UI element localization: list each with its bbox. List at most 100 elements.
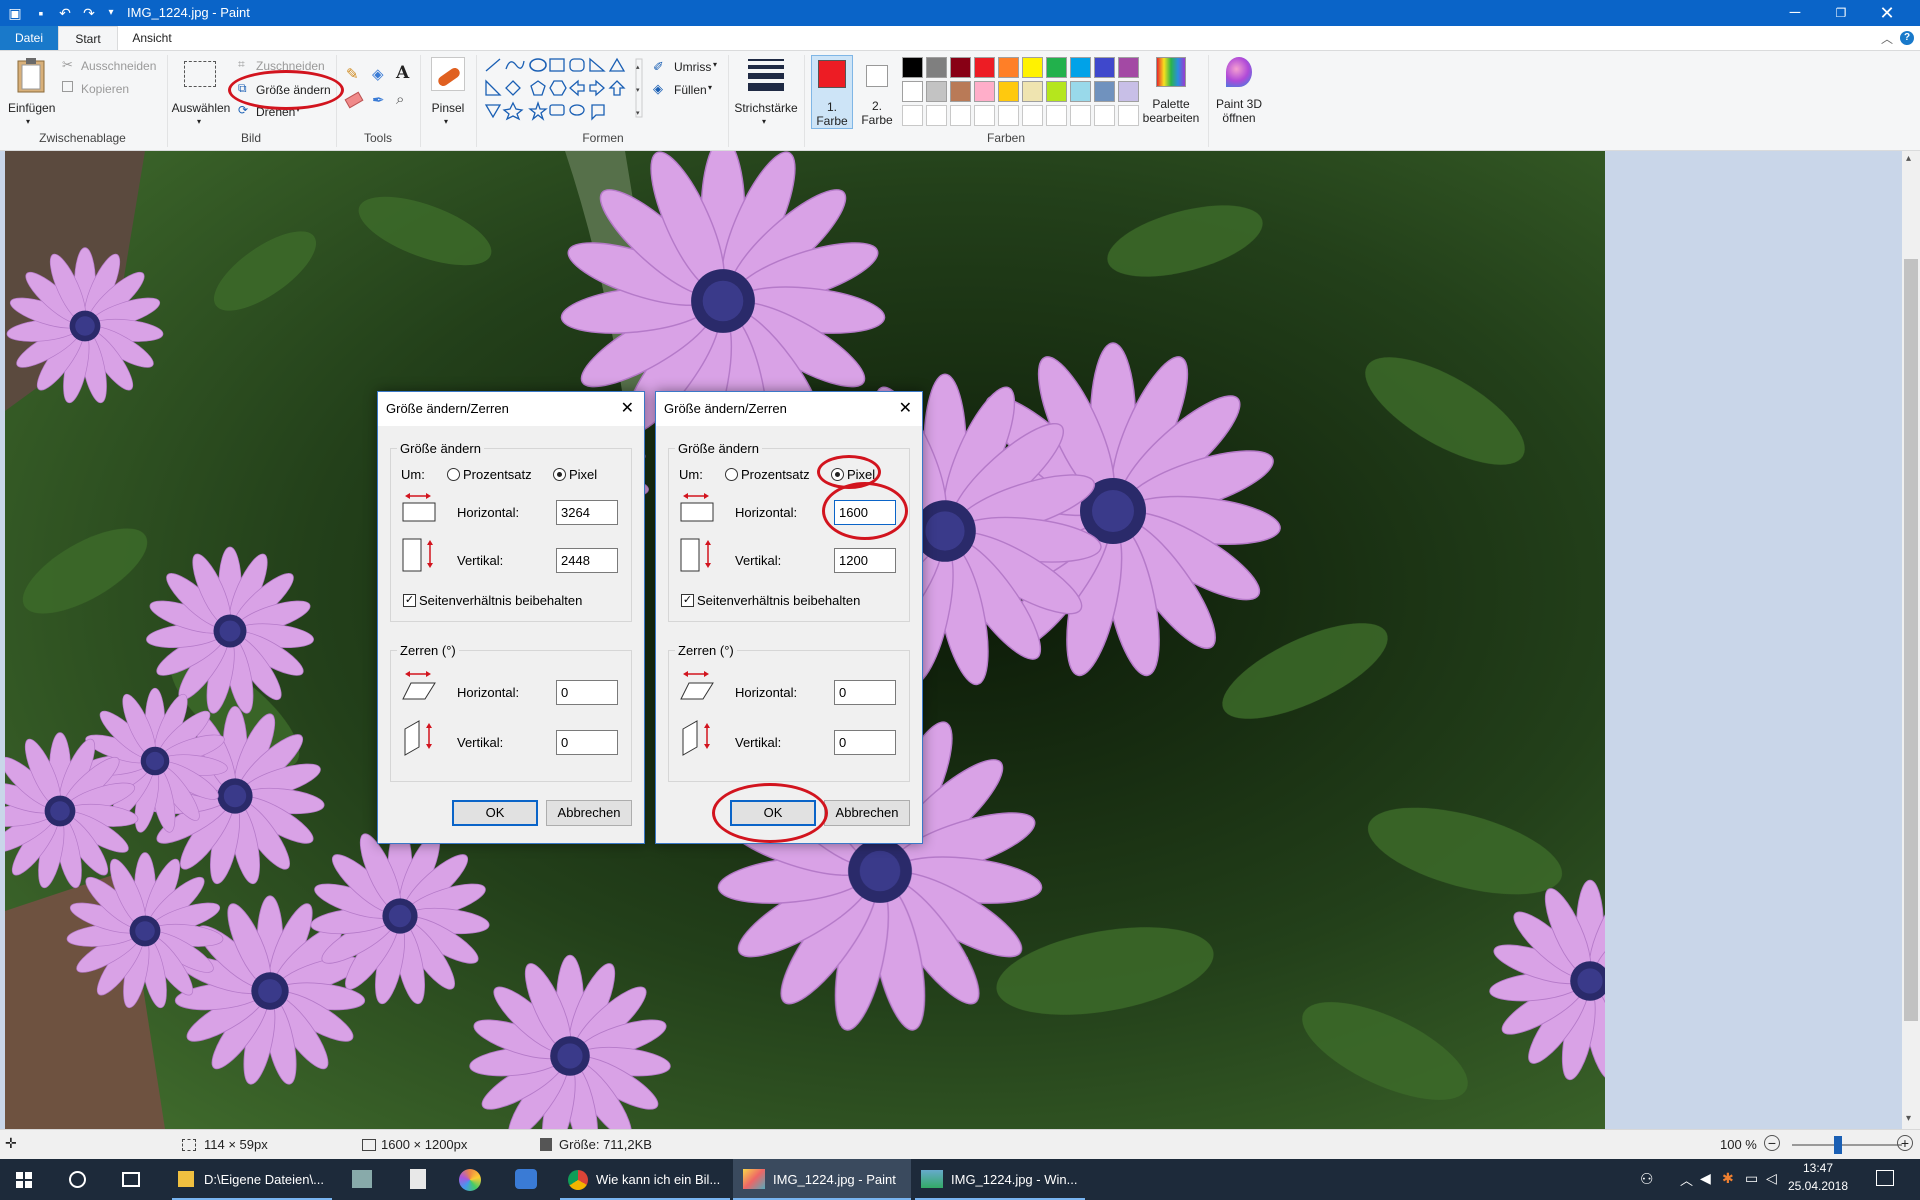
palette-swatch[interactable]	[1022, 105, 1043, 126]
cancel-button[interactable]: Abbrechen	[824, 800, 910, 826]
palette-swatch[interactable]	[926, 81, 947, 102]
notification-center-icon[interactable]	[1876, 1170, 1894, 1186]
people-icon[interactable]: ⚇	[1640, 1170, 1653, 1188]
keep-ratio-checkbox[interactable]: ✓	[403, 594, 416, 607]
horizontal-input[interactable]: 3264	[556, 500, 618, 525]
printer-app-icon[interactable]	[352, 1170, 372, 1188]
dialog-title-bar[interactable]: Größe ändern/Zerren ✕	[656, 392, 922, 426]
palette-swatch[interactable]	[1046, 105, 1067, 126]
stroke-size-button[interactable]: Strichstärke ▾	[732, 55, 800, 127]
zoom-out-icon[interactable]: −	[1764, 1135, 1780, 1151]
palette-swatch[interactable]	[974, 57, 995, 78]
vertical-input[interactable]: 2448	[556, 548, 618, 573]
color-picker-icon[interactable]: ✒	[372, 91, 385, 109]
palette-swatch[interactable]	[950, 57, 971, 78]
close-button[interactable]: ✕	[1864, 0, 1910, 26]
paint3d-button[interactable]: Paint 3D öffnen	[1212, 55, 1266, 127]
scroll-up-icon[interactable]: ▴	[1906, 153, 1911, 164]
palette-swatch[interactable]	[926, 105, 947, 126]
palette-swatch[interactable]	[1022, 57, 1043, 78]
dialog-close-icon[interactable]: ✕	[621, 398, 634, 418]
palette-swatch[interactable]	[950, 81, 971, 102]
minimize-button[interactable]: ─	[1772, 0, 1818, 26]
dialog-close-icon[interactable]: ✕	[899, 398, 912, 418]
cancel-button[interactable]: Abbrechen	[546, 800, 632, 826]
keep-ratio-checkbox[interactable]: ✓	[681, 594, 694, 607]
help-icon[interactable]: ?	[1900, 31, 1914, 45]
fill-button[interactable]: Füllen	[674, 83, 707, 97]
palette-swatch[interactable]	[950, 105, 971, 126]
vertical-scrollbar[interactable]: ▴ ▾	[1902, 151, 1920, 1129]
pencil-icon[interactable]: ✎	[346, 65, 359, 83]
percent-radio[interactable]	[725, 468, 738, 481]
skew-vertical-input[interactable]: 0	[556, 730, 618, 755]
skew-horizontal-input[interactable]: 0	[834, 680, 896, 705]
fill-bucket-icon[interactable]: ◈	[372, 65, 384, 83]
pixel-radio[interactable]	[553, 468, 566, 481]
brush-button[interactable]: Pinsel ▾	[424, 55, 472, 127]
skew-vertical-input[interactable]: 0	[834, 730, 896, 755]
text-tool-icon[interactable]: A	[396, 63, 409, 83]
restore-button[interactable]: ❐	[1818, 0, 1864, 26]
palette-swatch[interactable]	[1094, 81, 1115, 102]
taskbar-item-photo-viewer[interactable]: IMG_1224.jpg - Win...	[915, 1159, 1085, 1200]
dialog-title-bar[interactable]: Größe ändern/Zerren ✕	[378, 392, 644, 426]
outline-button[interactable]: Umriss	[674, 60, 711, 74]
task-view-icon[interactable]	[122, 1172, 140, 1187]
speaker-icon[interactable]: ◁	[1766, 1170, 1777, 1187]
canvas-area[interactable]: ▴ ▾	[0, 151, 1920, 1129]
save-icon[interactable]: ▪	[32, 4, 50, 22]
taskbar-item-explorer[interactable]: D:\Eigene Dateien\...	[172, 1159, 332, 1200]
color1-button[interactable]: 1. Farbe	[811, 55, 853, 129]
palette-swatch[interactable]	[1022, 81, 1043, 102]
ok-button[interactable]: OK	[452, 800, 538, 826]
palette-swatch[interactable]	[902, 57, 923, 78]
select-button[interactable]: Auswählen ▾	[170, 57, 232, 127]
skew-horizontal-input[interactable]: 0	[556, 680, 618, 705]
palette-swatch[interactable]	[1046, 81, 1067, 102]
palette-swatch[interactable]	[1070, 81, 1091, 102]
undo-icon[interactable]: ↶	[56, 4, 74, 22]
collapse-ribbon-icon[interactable]: ︿	[1881, 30, 1893, 47]
network-icon[interactable]: ▭	[1745, 1170, 1758, 1187]
redo-icon[interactable]: ↷	[80, 4, 98, 22]
zoom-slider-track[interactable]	[1792, 1144, 1902, 1146]
tab-datei[interactable]: Datei	[0, 26, 58, 50]
tray-app-icon[interactable]: ✱	[1722, 1170, 1734, 1187]
color-app-icon[interactable]	[459, 1169, 481, 1191]
palette-swatch[interactable]	[1070, 105, 1091, 126]
palette-swatch[interactable]	[998, 105, 1019, 126]
palette-swatch[interactable]	[1118, 57, 1139, 78]
notepad-app-icon[interactable]	[410, 1169, 426, 1189]
quick-access-dropdown-icon[interactable]: ▾	[102, 4, 120, 22]
clock-time[interactable]: 13:47	[1790, 1161, 1846, 1175]
color2-button[interactable]: 2. Farbe	[856, 55, 898, 129]
scroll-down-icon[interactable]: ▾	[1906, 1113, 1911, 1124]
palette-swatch[interactable]	[1094, 105, 1115, 126]
cortana-search-icon[interactable]	[69, 1171, 86, 1188]
palette-swatch[interactable]	[926, 57, 947, 78]
percent-radio[interactable]	[447, 468, 460, 481]
palette-swatch[interactable]	[974, 81, 995, 102]
vertical-input[interactable]: 1200	[834, 548, 896, 573]
palette-swatch[interactable]	[974, 105, 995, 126]
eraser-icon[interactable]	[344, 91, 364, 109]
paste-button[interactable]: Einfügen ▾	[8, 57, 55, 127]
palette-swatch[interactable]	[998, 57, 1019, 78]
palette-swatch[interactable]	[1046, 57, 1067, 78]
palette-swatch[interactable]	[902, 105, 923, 126]
tab-ansicht[interactable]: Ansicht	[120, 26, 184, 50]
clock-date[interactable]: 25.04.2018	[1782, 1179, 1854, 1193]
palette-swatch[interactable]	[902, 81, 923, 102]
windows-start-icon[interactable]	[16, 1172, 32, 1188]
magnifier-icon[interactable]: ⌕	[396, 91, 404, 108]
tab-start[interactable]: Start	[58, 26, 118, 50]
cut-button[interactable]: Ausschneiden	[81, 59, 156, 73]
palette-swatch[interactable]	[1070, 57, 1091, 78]
shapes-gallery[interactable]: ▴ ▾ ▾	[482, 57, 644, 121]
edit-palette-button[interactable]: Palette bearbeiten	[1143, 55, 1199, 127]
copy-button[interactable]: Kopieren	[81, 82, 129, 96]
palette-swatch[interactable]	[1118, 81, 1139, 102]
palette-swatch[interactable]	[998, 81, 1019, 102]
vertical-scroll-thumb[interactable]	[1904, 259, 1918, 1021]
